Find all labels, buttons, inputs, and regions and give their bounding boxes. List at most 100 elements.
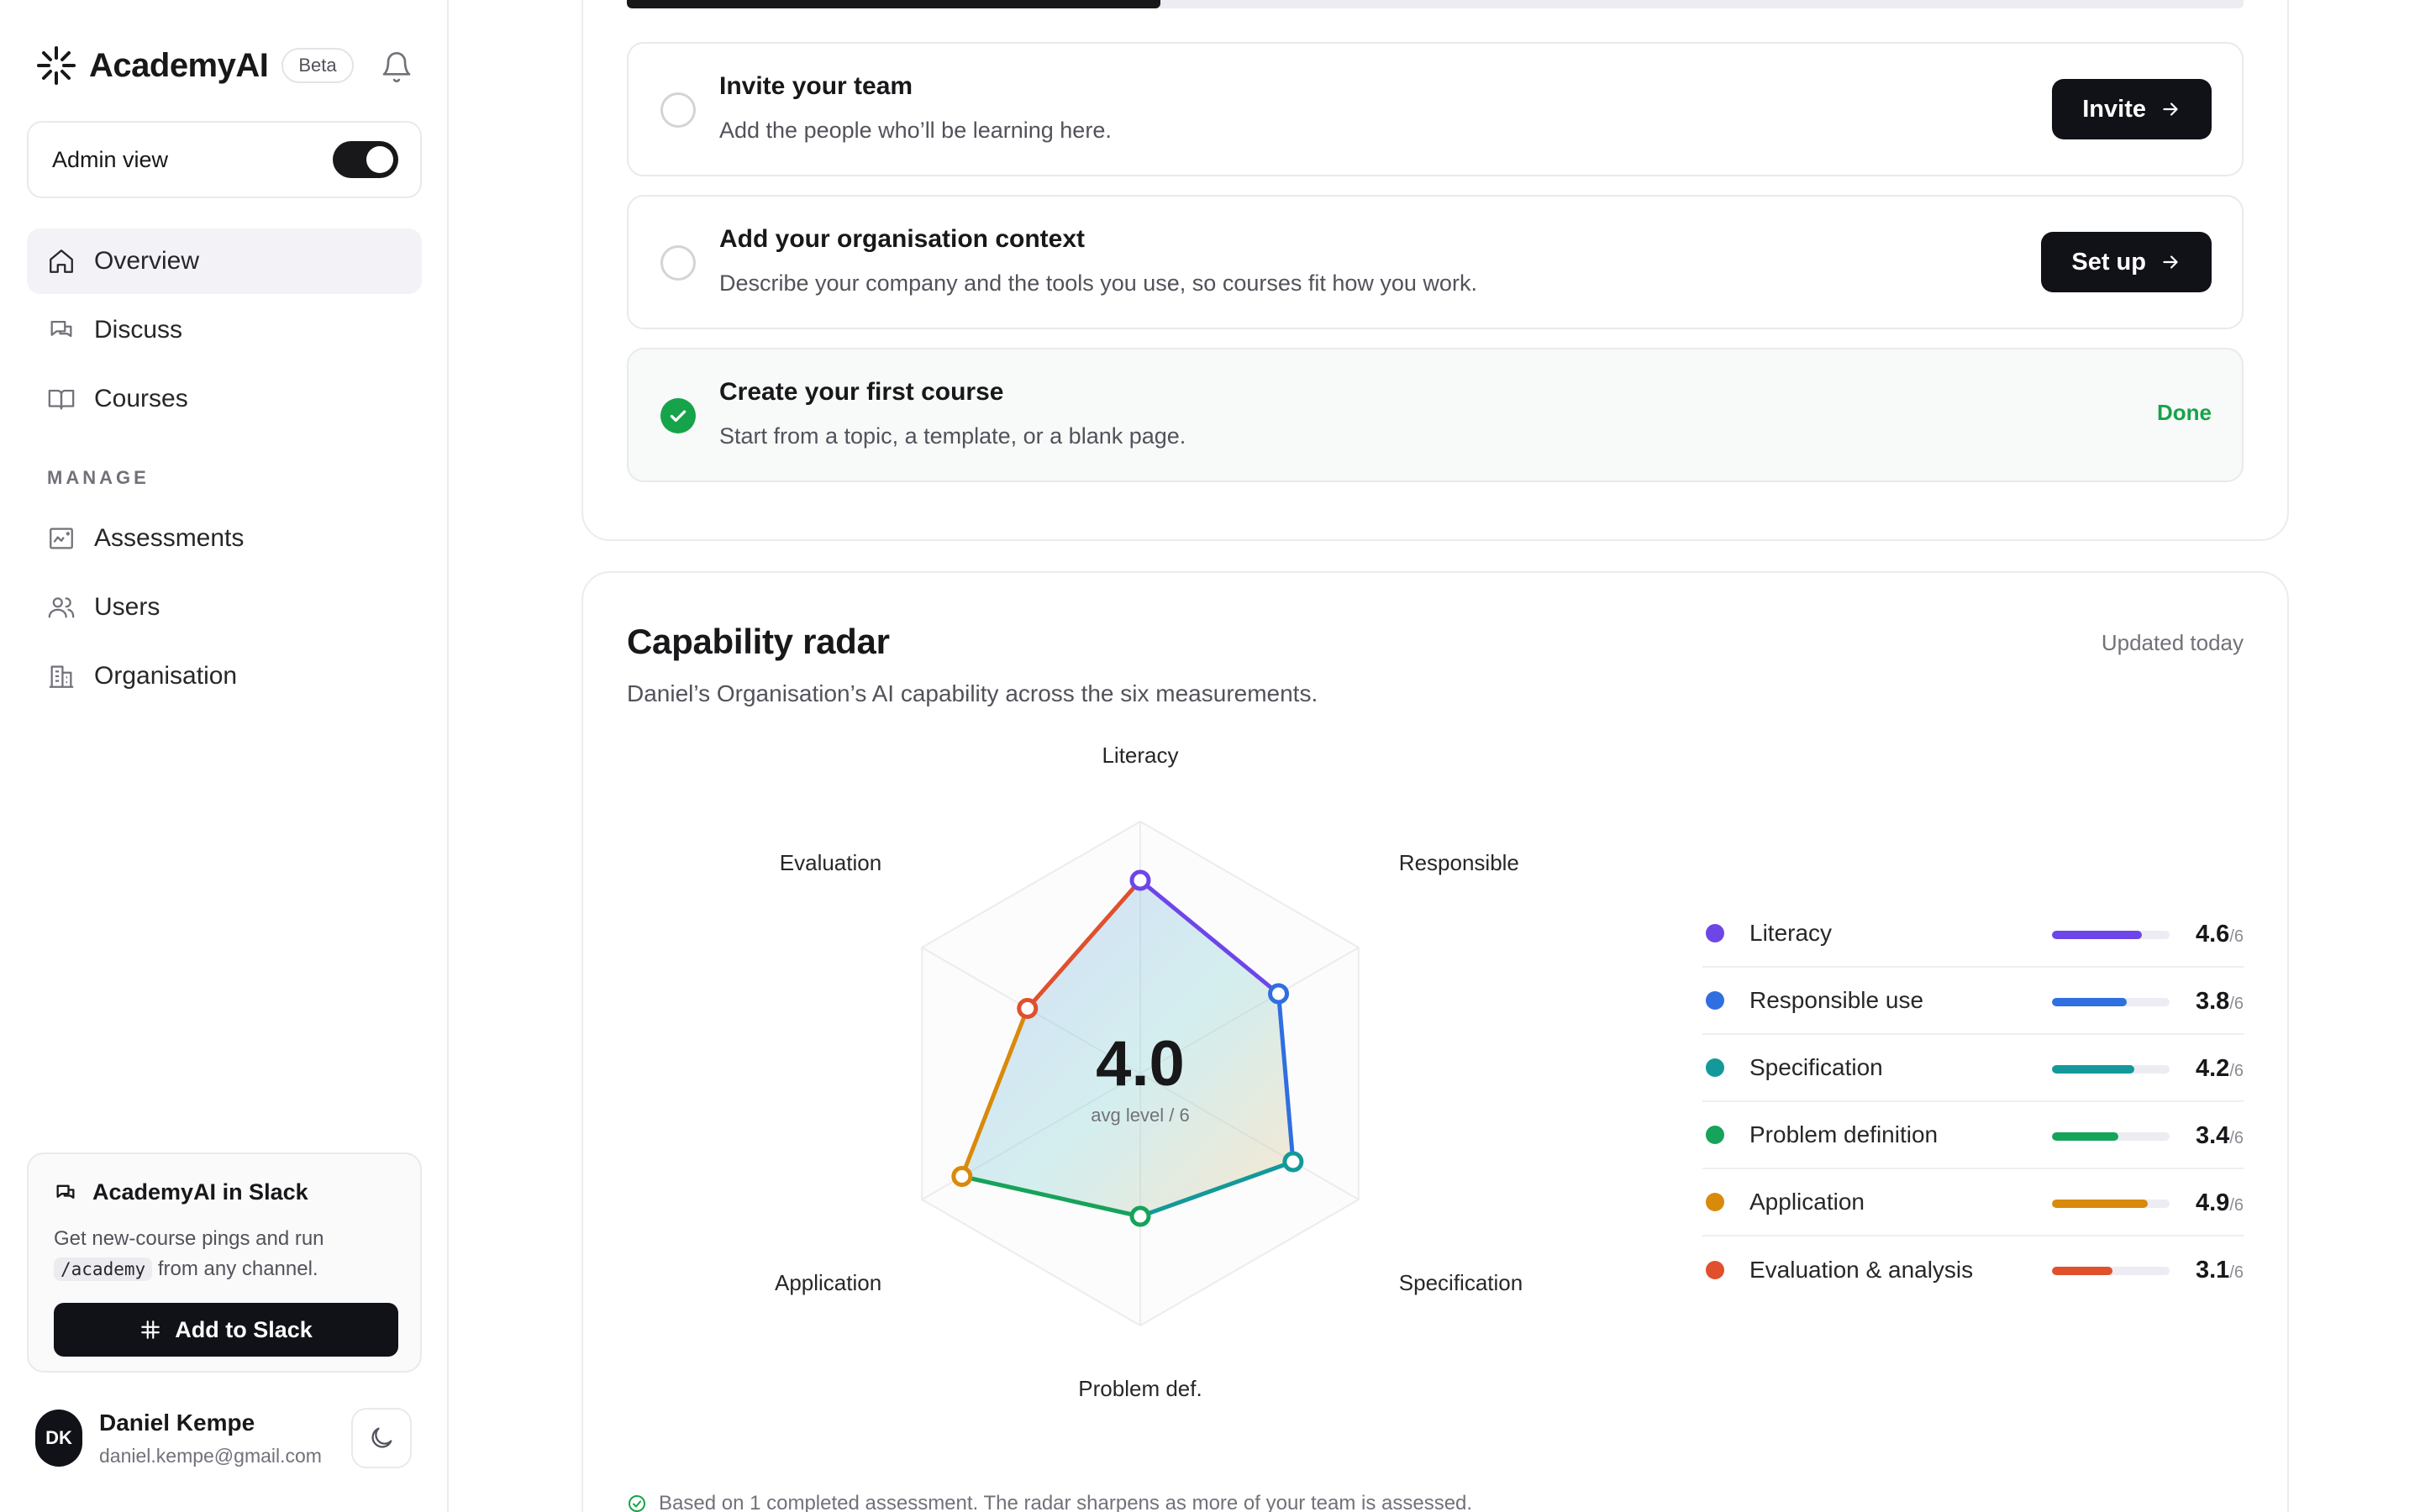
radar-updated: Updated today — [2101, 630, 2244, 655]
sidebar-item-label: Users — [94, 593, 160, 621]
radar-axis-label: Specification — [1399, 1270, 1523, 1295]
legend-bar-fill — [2052, 1267, 2113, 1275]
admin-view-label: Admin view — [52, 146, 169, 172]
book-icon — [48, 389, 75, 410]
user-email: daniel.kempe@gmail.com — [99, 1444, 322, 1467]
radar-axis-label: Application — [775, 1270, 881, 1295]
sidebar-item-assessments[interactable]: Assessments — [27, 506, 422, 571]
legend-bar-fill — [2052, 1200, 2149, 1208]
task-title: Invite your team — [719, 72, 913, 100]
radar-axis-label: Evaluation — [780, 850, 881, 875]
radar-title: Capability radar — [627, 622, 890, 661]
building-icon — [49, 665, 74, 688]
sidebar-item-users[interactable]: Users — [27, 575, 422, 640]
brand-name: AcademyAI — [89, 46, 269, 84]
onboarding-progress-fill — [627, 0, 1160, 8]
slack-icon — [141, 1320, 160, 1339]
sidebar-item-discuss[interactable]: Discuss — [27, 297, 422, 363]
sidebar: AcademyAI Beta Admin view Overview Discu… — [0, 0, 449, 1512]
assessment-icon — [50, 528, 73, 549]
legend-value: 4.9/6 — [2195, 1189, 2244, 1216]
sidebar-item-label: Courses — [94, 385, 188, 412]
sidebar-item-label: Organisation — [94, 662, 238, 690]
radar-point[interactable] — [1017, 998, 1039, 1019]
legend-label: Responsible use — [1749, 987, 1924, 1013]
slack-description: Get new-course pings and run /academy fr… — [54, 1224, 395, 1284]
theme-toggle-button[interactable] — [351, 1408, 412, 1468]
user-profile[interactable]: DK Daniel Kempe daniel.kempe@gmail.com — [35, 1404, 422, 1472]
legend-value: 3.4/6 — [2195, 1122, 2244, 1149]
legend-dot — [1706, 1058, 1724, 1077]
sidebar-item-overview[interactable]: Overview — [27, 228, 422, 294]
legend-bar-fill — [2052, 1065, 2134, 1074]
set-up-button-label: Set up — [2071, 248, 2146, 276]
task-title: Create your first course — [719, 378, 1004, 406]
legend-bar-fill — [2052, 1132, 2119, 1141]
check-circle-icon — [629, 1495, 645, 1512]
onboarding-progress-bar — [627, 0, 2244, 8]
radar-point[interactable] — [1282, 1151, 1304, 1173]
legend-dot — [1706, 991, 1724, 1010]
admin-view-card: Admin view — [27, 121, 422, 198]
add-to-slack-button[interactable]: Add to Slack — [54, 1303, 398, 1357]
bell-icon[interactable] — [380, 50, 413, 84]
radar-axis-label: Literacy — [1102, 743, 1178, 768]
academy-logo-icon — [37, 46, 76, 85]
task-title: Add your organisation context — [719, 225, 1086, 253]
slack-desc-post: from any channel. — [157, 1257, 318, 1280]
radar-chart: Literacy Responsible Specification Problem … — [775, 743, 1523, 1401]
sidebar-item-courses[interactable]: Courses — [27, 366, 422, 432]
chat-icon — [50, 320, 72, 338]
user-name: Daniel Kempe — [99, 1409, 255, 1436]
invite-button[interactable]: Invite — [2052, 79, 2212, 139]
radar-footnote: Based on 1 completed assessment. The rad… — [627, 1492, 1472, 1512]
radar-subtitle: Daniel’s Organisation’s AI capability ac… — [627, 680, 1318, 706]
chat-icon — [56, 1184, 75, 1199]
legend-row: Evaluation & analysis 3.1/6 — [1702, 1236, 2244, 1304]
legend-row: Literacy 4.6/6 — [1702, 900, 2244, 968]
radar-average-value: 4.0 — [1096, 1028, 1185, 1100]
footnote-text: Based on 1 completed assessment. The rad… — [659, 1492, 1473, 1512]
set-up-button[interactable]: Set up — [2041, 232, 2212, 292]
brand[interactable]: AcademyAI Beta — [35, 42, 354, 89]
legend-bar — [2052, 1132, 2170, 1141]
legend-label: Literacy — [1749, 920, 1833, 946]
legend-row: Problem definition 3.4/6 — [1702, 1102, 2244, 1169]
moon-icon — [371, 1427, 392, 1448]
add-to-slack-label: Add to Slack — [175, 1316, 313, 1342]
sidebar-item-label: Assessments — [94, 524, 245, 552]
legend-value: 3.8/6 — [2195, 988, 2244, 1015]
check-icon — [670, 410, 687, 423]
slack-desc-pre: Get new-course pings and run — [54, 1227, 324, 1250]
avatar: DK — [35, 1410, 82, 1467]
arrow-right-icon — [2163, 255, 2178, 269]
legend-dot — [1706, 1261, 1724, 1279]
legend-dot — [1706, 1193, 1724, 1211]
task-done-label: Done — [2157, 400, 2212, 425]
radar-point[interactable] — [1129, 869, 1151, 891]
radar-point[interactable] — [1268, 983, 1290, 1005]
user-info: Daniel Kempe daniel.kempe@gmail.com — [99, 1410, 322, 1467]
home-icon — [50, 249, 73, 273]
users-icon — [48, 597, 75, 618]
legend-row: Specification 4.2/6 — [1702, 1035, 2244, 1102]
radar-point[interactable] — [951, 1166, 973, 1187]
sidebar-item-label: Discuss — [94, 316, 183, 344]
legend-bar — [2052, 1267, 2170, 1275]
admin-view-toggle[interactable] — [333, 141, 398, 178]
radar-legend: Literacy 4.6/6 Responsible use 3.8/6 Spe… — [1702, 900, 2244, 1304]
task-checkbox[interactable] — [660, 245, 696, 281]
legend-label: Specification — [1749, 1054, 1883, 1080]
task-checkbox-checked[interactable] — [660, 398, 696, 433]
radar-point[interactable] — [1129, 1205, 1151, 1227]
legend-dot — [1706, 1126, 1724, 1144]
legend-row: Responsible use 3.8/6 — [1702, 968, 2244, 1035]
beta-badge: Beta — [281, 48, 354, 83]
task-first-course: Create your first course Start from a to… — [627, 348, 2244, 482]
sidebar-item-label: Overview — [94, 247, 200, 275]
task-checkbox[interactable] — [660, 92, 696, 128]
arrow-right-icon — [2163, 102, 2178, 116]
legend-label: Evaluation & analysis — [1749, 1257, 1974, 1283]
sidebar-item-organisation[interactable]: Organisation — [27, 643, 422, 709]
toggle-knob — [366, 146, 393, 173]
